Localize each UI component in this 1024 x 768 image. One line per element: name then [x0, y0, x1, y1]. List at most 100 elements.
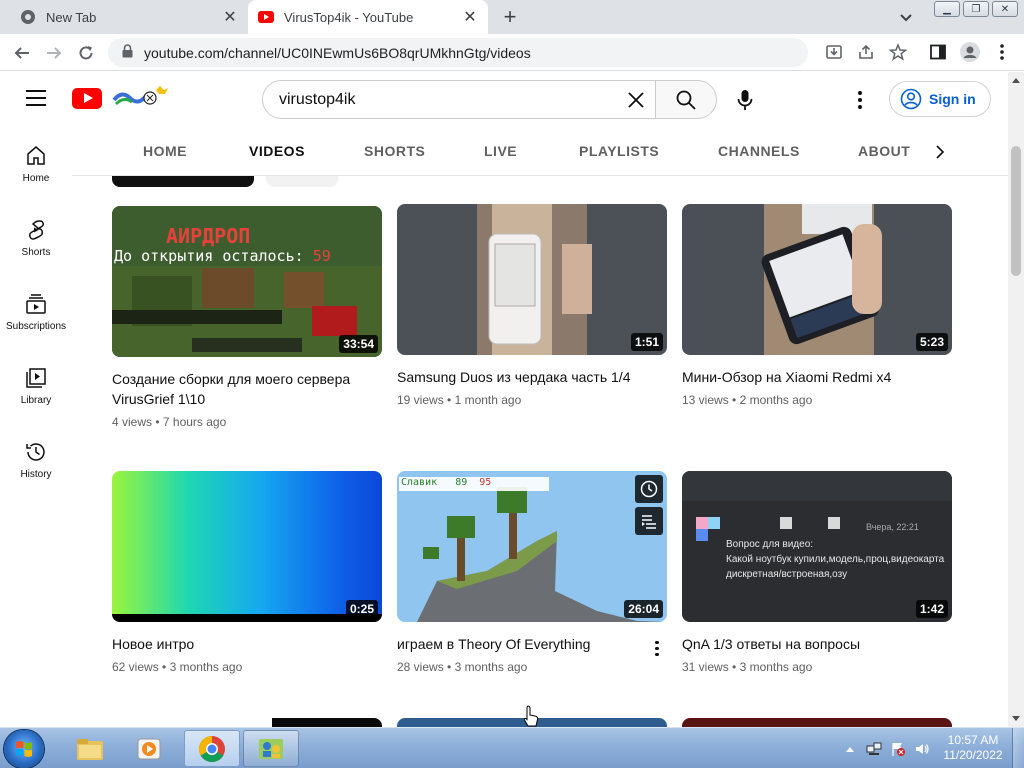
video-duration: 0:25: [345, 600, 378, 618]
back-button[interactable]: [10, 41, 34, 65]
video-title[interactable]: Мини-Обзор на Xiaomi Redmi x4: [682, 367, 932, 387]
video-item[interactable]: 5:23 Мини-Обзор на Xiaomi Redmi x4 13 vi…: [682, 204, 952, 407]
chevron-right-icon[interactable]: [930, 142, 950, 162]
voice-search-button[interactable]: [725, 80, 765, 120]
sort-chip-popular[interactable]: [266, 176, 338, 187]
video-item[interactable]: Вчера, 22:21 Вопрос для видео: Какой ноу…: [682, 471, 952, 674]
library-icon: [26, 368, 46, 388]
show-hidden-icons-arrow-icon[interactable]: [842, 741, 858, 757]
add-to-queue-button[interactable]: [635, 507, 663, 535]
chrome-icon: [198, 735, 225, 762]
youtube-doodle-logo[interactable]: [112, 84, 168, 112]
close-tab-icon[interactable]: ✕: [460, 7, 480, 27]
video-item[interactable]: АИРДРОП До открытия осталось: 59 33:54 С…: [112, 206, 382, 429]
guide-item-subscriptions[interactable]: Subscriptions: [0, 276, 72, 346]
tab-live[interactable]: LIVE: [484, 143, 517, 159]
forward-button[interactable]: [42, 41, 66, 65]
taskbar-clock[interactable]: 10:57 AM 11/20/2022: [938, 733, 1008, 763]
video-item[interactable]: Славик 89 95 26:04 играем в Theory Of Ev…: [397, 471, 667, 674]
profile-avatar-icon[interactable]: [960, 42, 980, 62]
tab-home[interactable]: HOME: [143, 143, 187, 159]
video-item[interactable]: 1:51 Samsung Duos из чердака часть 1/4 1…: [397, 204, 667, 407]
video-thumbnail[interactable]: [682, 718, 952, 727]
queue-icon: [642, 515, 656, 529]
watch-later-button[interactable]: [635, 475, 663, 503]
scroll-up-arrow-icon[interactable]: [1012, 78, 1020, 83]
action-center-flag-icon[interactable]: [890, 741, 906, 757]
video-thumbnail[interactable]: 1:51: [397, 204, 667, 355]
network-tray-icon[interactable]: [866, 741, 882, 757]
guide-item-home[interactable]: Home: [0, 128, 72, 198]
video-thumbnail[interactable]: 5:23: [682, 204, 952, 355]
restore-button[interactable]: ❐: [963, 1, 989, 17]
video-action-menu-icon[interactable]: [653, 639, 661, 657]
video-thumbnail[interactable]: 0:25: [112, 471, 382, 622]
video-meta: 31 views • 3 months ago: [682, 660, 813, 674]
video-meta: 4 views • 7 hours ago: [112, 415, 227, 429]
tab-playlists[interactable]: PLAYLISTS: [579, 143, 659, 159]
guide-item-shorts[interactable]: Shorts: [0, 202, 72, 272]
guide-label: Library: [20, 395, 52, 406]
clear-search-icon[interactable]: [624, 88, 648, 112]
close-tab-icon[interactable]: ✕: [220, 7, 240, 27]
sort-chip-recent[interactable]: [112, 176, 254, 187]
close-window-button[interactable]: ✕: [992, 1, 1018, 17]
address-bar[interactable]: youtube.com/channel/UC0INEwmUs6BO8qrUMkh…: [108, 38, 808, 67]
guide-item-history[interactable]: History: [0, 424, 72, 494]
thumb-text: Вчера, 22:21: [866, 522, 919, 532]
share-icon[interactable]: [856, 42, 876, 62]
tab-channels[interactable]: CHANNELS: [718, 143, 800, 159]
video-title[interactable]: Новое интро: [112, 634, 362, 654]
bookmark-star-icon[interactable]: [888, 42, 908, 62]
install-app-icon[interactable]: [824, 42, 844, 62]
show-desktop-button[interactable]: [1012, 728, 1024, 768]
taskbar-network-app[interactable]: [243, 730, 299, 767]
new-tab-button[interactable]: +: [498, 4, 522, 29]
search-icon: [676, 90, 696, 110]
video-item[interactable]: 0:25 Новое интро 62 views • 3 months ago: [112, 471, 382, 674]
taskbar-chrome[interactable]: [184, 730, 240, 767]
settings-more-icon[interactable]: [848, 88, 872, 112]
page-scrollbar[interactable]: [1008, 72, 1024, 727]
video-title[interactable]: играем в Theory Of Everything: [397, 634, 647, 654]
video-duration: 5:23: [915, 333, 948, 351]
youtube-logo[interactable]: [72, 88, 102, 109]
video-meta: 13 views • 2 months ago: [682, 393, 813, 407]
chrome-menu-icon[interactable]: [992, 42, 1012, 62]
clock-date: 11/20/2022: [943, 748, 1003, 762]
video-title[interactable]: Создание сборки для моего сервера VirusG…: [112, 369, 362, 409]
video-thumbnail[interactable]: Вчера, 22:21 Вопрос для видео: Какой ноу…: [682, 471, 952, 622]
search-input[interactable]: virustop4ik: [262, 80, 656, 119]
tab-youtube[interactable]: VirusTop4ik - YouTube ✕: [248, 0, 488, 34]
video-meta: 19 views • 1 month ago: [397, 393, 522, 407]
video-duration: 1:42: [915, 600, 948, 618]
scrollbar-thumb[interactable]: [1011, 146, 1021, 276]
video-title[interactable]: QnA 1/3 ответы на вопросы: [682, 634, 932, 654]
search-button[interactable]: [655, 80, 717, 119]
history-icon: [26, 443, 45, 461]
scroll-down-arrow-icon[interactable]: [1012, 716, 1020, 721]
sign-in-button[interactable]: Sign in: [889, 81, 991, 117]
tab-new-tab[interactable]: New Tab ✕: [8, 0, 248, 34]
tab-search-chevron-icon[interactable]: [896, 7, 916, 27]
browser-toolbar: youtube.com/channel/UC0INEwmUs6BO8qrUMkh…: [0, 34, 1024, 71]
reload-button[interactable]: [74, 41, 98, 65]
video-thumbnail[interactable]: Славик 89 95 26:04: [397, 471, 667, 622]
tab-videos[interactable]: VIDEOS: [249, 143, 305, 159]
volume-icon[interactable]: [914, 741, 930, 757]
guide-item-library[interactable]: Library: [0, 350, 72, 420]
video-thumbnail[interactable]: [112, 718, 382, 727]
minimize-button[interactable]: ▁: [934, 1, 960, 17]
taskbar-explorer[interactable]: [62, 730, 118, 767]
side-panel-icon[interactable]: [928, 42, 948, 62]
hamburger-menu-icon[interactable]: [26, 90, 46, 106]
tab-about[interactable]: ABOUT: [858, 143, 910, 159]
system-tray: [842, 728, 938, 768]
video-thumbnail[interactable]: АИРДРОП До открытия осталось: 59 33:54: [112, 206, 382, 357]
video-title[interactable]: Samsung Duos из чердака часть 1/4: [397, 367, 647, 387]
subscriptions-icon: [26, 294, 46, 314]
tab-shorts[interactable]: SHORTS: [364, 143, 425, 159]
taskbar-media-player[interactable]: [121, 730, 177, 767]
address-text: youtube.com/channel/UC0INEwmUs6BO8qrUMkh…: [144, 44, 531, 61]
start-button[interactable]: [4, 730, 44, 768]
